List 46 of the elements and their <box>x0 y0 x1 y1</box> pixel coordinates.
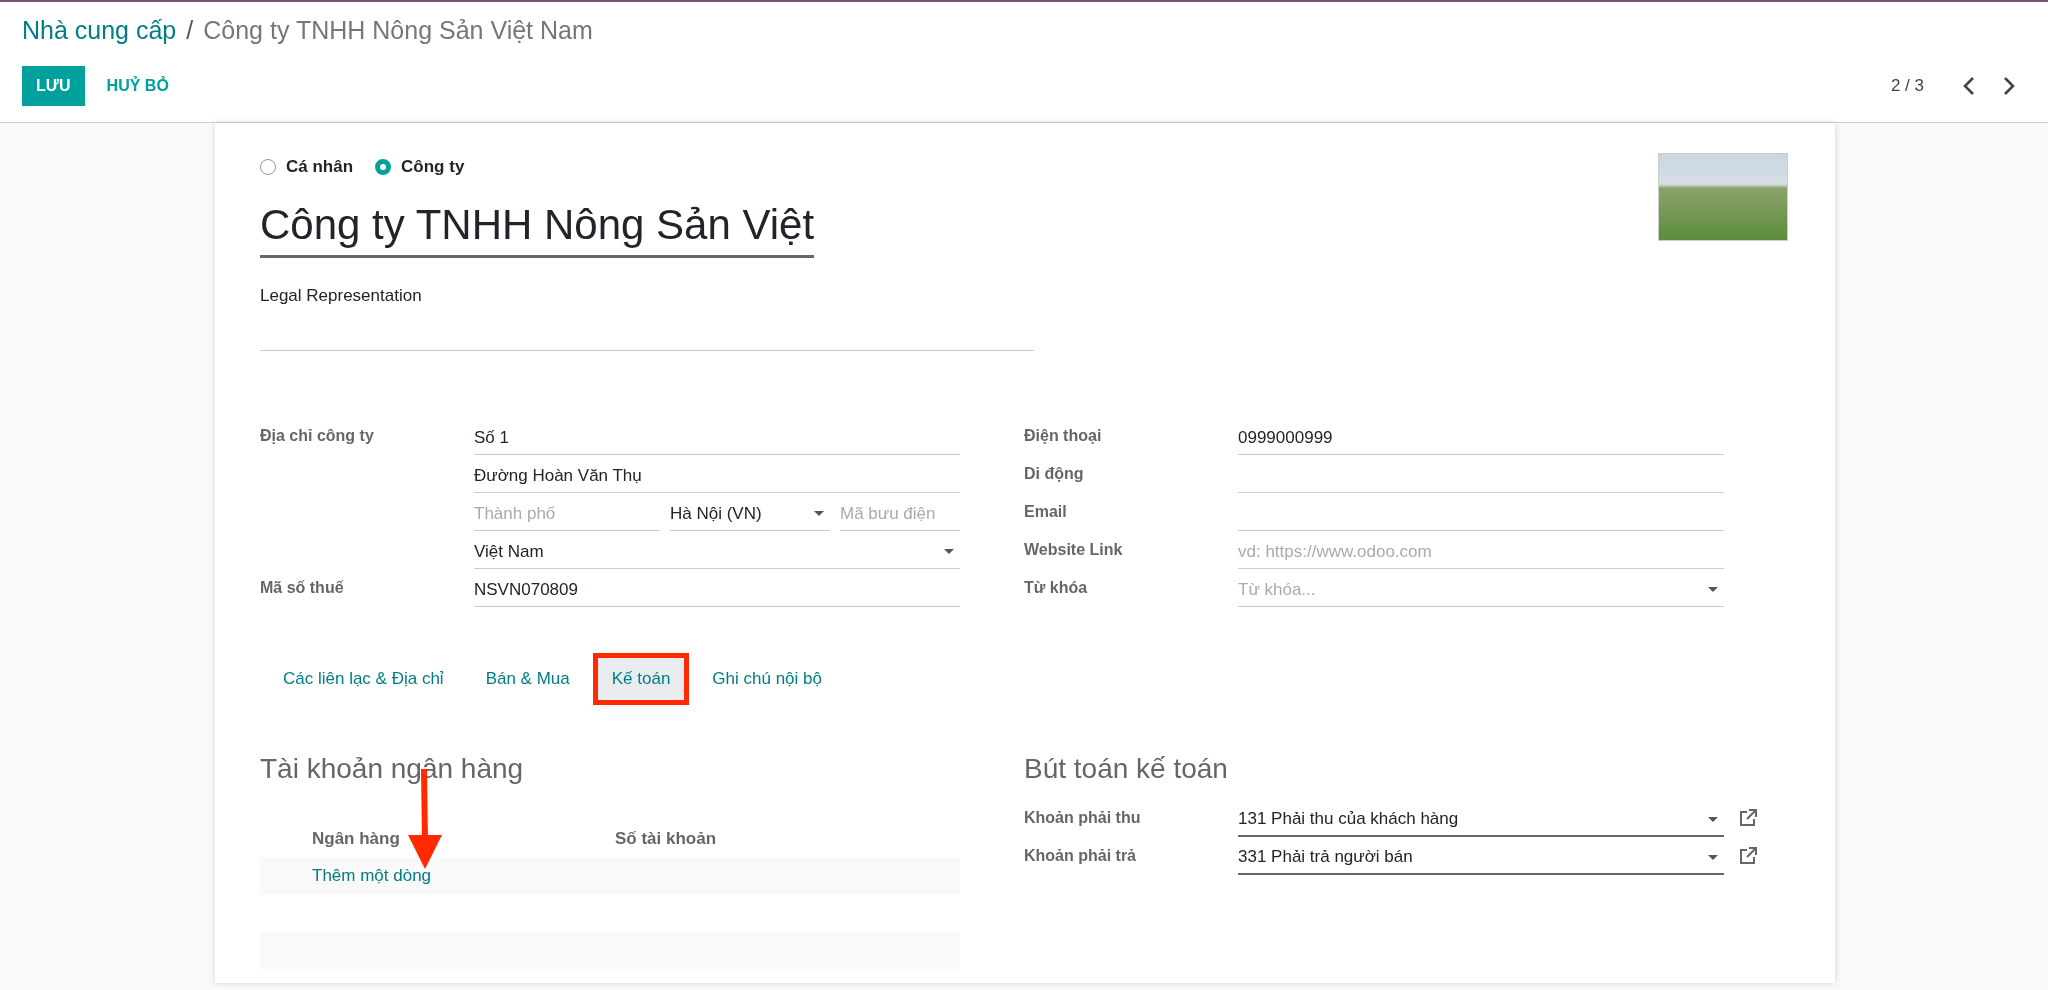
photo-placeholder[interactable] <box>1658 153 1788 241</box>
save-button[interactable]: LƯU <box>22 66 85 106</box>
column-header: Số tài khoản <box>615 829 717 849</box>
field-label: Legal Representation <box>260 286 423 306</box>
column-header: Ngân hàng <box>312 829 401 849</box>
tab[interactable]: Kế toán <box>592 653 690 705</box>
discard-button[interactable]: HUỶ BỎ <box>92 66 183 106</box>
dropdown-field[interactable]: Hà Nội (VN) <box>670 493 830 531</box>
tab[interactable]: Ghi chú nội bộ <box>693 653 841 705</box>
field-label: Điện thoại <box>1024 426 1103 446</box>
breadcrumb-link[interactable]: Nhà cung cấp <box>22 16 177 45</box>
caret-icon[interactable] <box>1708 587 1718 592</box>
field-label: Website Link <box>1024 540 1124 560</box>
radio-label[interactable]: Cá nhân <box>286 157 354 177</box>
field-label: Từ khóa <box>1024 578 1089 598</box>
caret-icon[interactable] <box>1708 854 1718 860</box>
field-label: Khoản phải trả <box>1024 846 1137 866</box>
tab[interactable]: Bán & Mua <box>466 653 589 705</box>
add-line-link[interactable]: Thêm một dòng <box>312 866 432 886</box>
dropdown-field[interactable]: 331 Phải trả người bán <box>1238 837 1724 875</box>
caret-icon[interactable] <box>944 549 954 554</box>
tab[interactable]: Các liên lạc & Địa chỉ <box>264 653 463 705</box>
radio-label[interactable]: Công ty <box>401 157 465 177</box>
section-title: Bút toán kế toán <box>1024 753 1229 785</box>
dropdown-field[interactable]: Việt Nam <box>474 531 960 569</box>
breadcrumb-current: Công ty TNHH Nông Sản Việt Nam <box>203 16 593 45</box>
field-label: Địa chỉ công ty <box>260 426 375 446</box>
radio-button[interactable] <box>375 159 392 175</box>
name-field[interactable]: Công ty TNHH Nông Sản Việt <box>260 201 815 258</box>
input-field[interactable]: Số 1 <box>474 417 960 455</box>
field-label: Khoản phải thu <box>1024 808 1142 828</box>
previous-icon[interactable] <box>1962 76 1976 96</box>
breadcrumb-separator: / <box>186 16 194 45</box>
caret-icon[interactable] <box>1708 816 1718 822</box>
input-field[interactable]: Đường Hoàn Văn Thụ <box>474 455 960 493</box>
field-label: Email <box>1024 502 1068 522</box>
input-field[interactable]: 0999000999 <box>1238 417 1724 455</box>
input-field[interactable]: NSVN070809 <box>474 569 960 607</box>
next-icon[interactable] <box>2002 76 2016 96</box>
pager-counter: 2 / 3 <box>1890 76 1924 96</box>
field-label: Di động <box>1024 464 1085 484</box>
external-link-icon[interactable] <box>1738 846 1758 866</box>
caret-icon[interactable] <box>814 511 824 516</box>
field-label: Mã số thuế <box>260 578 345 598</box>
dropdown-field[interactable]: 131 Phải thu của khách hàng <box>1238 799 1724 837</box>
external-link-icon[interactable] <box>1738 808 1758 828</box>
